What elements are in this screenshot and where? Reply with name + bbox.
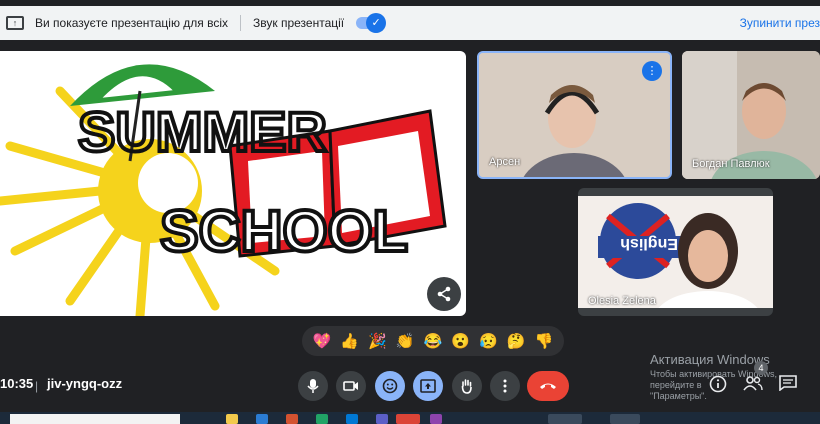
participant-tile-olesia[interactable]: English Olesia Zelena xyxy=(578,188,773,316)
meeting-time: 10:35 xyxy=(0,376,34,391)
summer-school-image: SUMMER SCHOOL xyxy=(0,64,447,316)
meeting-details-button[interactable] xyxy=(708,375,728,395)
chat-icon xyxy=(779,375,797,392)
camera-button[interactable] xyxy=(336,371,366,401)
presenting-message: Ви показуєте презентацію для всіх xyxy=(35,16,229,30)
presenting-bar: ↑ Ви показуєте презентацію для всіх Звук… xyxy=(0,6,820,40)
taskbar-weather xyxy=(610,414,640,424)
divider xyxy=(240,15,242,31)
english-sign-text: English xyxy=(620,235,678,252)
reaction-heart-icon[interactable]: 💖 xyxy=(313,332,332,350)
reaction-sad-icon[interactable]: 😥 xyxy=(479,332,498,350)
reaction-laugh-icon[interactable]: 😂 xyxy=(424,332,443,350)
more-options-button[interactable] xyxy=(490,371,520,401)
sound-toggle[interactable]: ✓ xyxy=(356,13,387,33)
leave-call-button[interactable] xyxy=(527,371,569,401)
reaction-thumbs-down-icon[interactable]: 👎 xyxy=(535,332,554,350)
windows-activation-title: Активация Windows xyxy=(650,352,770,367)
taskbar-search-box[interactable] xyxy=(10,414,180,424)
chat-button[interactable] xyxy=(778,375,798,395)
word-icon[interactable] xyxy=(256,414,268,424)
powerpoint-icon[interactable] xyxy=(286,414,298,424)
participant-video: English xyxy=(578,196,773,308)
participant-name: Богдан Павлюк xyxy=(692,158,770,170)
participant-tile-bohdan[interactable]: Богдан Павлюк xyxy=(682,51,820,179)
reaction-thinking-icon[interactable]: 🤔 xyxy=(507,332,526,350)
file-explorer-icon[interactable] xyxy=(226,414,238,424)
share-button[interactable] xyxy=(427,277,461,311)
viber-icon[interactable] xyxy=(430,414,442,424)
participant-name: Арсен xyxy=(489,156,521,168)
taskbar-window[interactable] xyxy=(548,414,582,424)
hangup-icon xyxy=(540,383,556,389)
excel-icon[interactable] xyxy=(316,414,328,424)
reactions-button[interactable] xyxy=(375,371,405,401)
participant-tile-arsen[interactable]: ⋮ Арсен xyxy=(477,51,672,179)
people-button[interactable] xyxy=(743,375,763,395)
people-count-badge: 4 xyxy=(754,361,768,375)
slide-title-line2: SCHOOL xyxy=(160,199,408,264)
edge-icon[interactable] xyxy=(346,414,358,424)
reactions-bar: 💖 👍 🎉 👏 😂 😮 😥 🤔 👎 xyxy=(302,326,564,356)
windows-taskbar xyxy=(0,412,820,424)
speaking-indicator-icon: ⋮ xyxy=(642,61,662,81)
sound-label: Звук презентації xyxy=(253,16,345,30)
reaction-party-icon[interactable]: 🎉 xyxy=(368,332,387,350)
divider: | xyxy=(35,379,39,393)
reaction-thumbs-up-icon[interactable]: 👍 xyxy=(340,332,359,350)
mic-icon xyxy=(307,379,319,393)
meeting-code[interactable]: jiv-yngq-ozz xyxy=(47,376,122,391)
participant-video-frame: English xyxy=(578,196,773,308)
slide-title-line1: SUMMER xyxy=(78,100,327,163)
smile-icon xyxy=(382,378,398,394)
present-button[interactable] xyxy=(413,371,443,401)
teams-icon[interactable] xyxy=(376,414,388,424)
hand-icon xyxy=(461,379,472,394)
reaction-clap-icon[interactable]: 👏 xyxy=(396,332,415,350)
stop-presenting-button[interactable]: Зупинити през xyxy=(740,16,820,30)
camera-icon xyxy=(343,381,358,391)
present-icon xyxy=(420,379,436,393)
info-icon xyxy=(709,375,727,393)
chrome-icon[interactable] xyxy=(396,414,420,424)
participant-name: Olesia Zelena xyxy=(588,295,656,307)
mic-button[interactable] xyxy=(298,371,328,401)
check-icon: ✓ xyxy=(366,13,387,33)
reaction-surprised-icon[interactable]: 😮 xyxy=(451,332,470,350)
presentation-slide: SUMMER SCHOOL xyxy=(0,51,466,316)
more-vert-icon xyxy=(503,379,507,393)
share-icon xyxy=(437,286,451,302)
people-icon xyxy=(743,376,763,391)
raise-hand-button[interactable] xyxy=(452,371,482,401)
present-screen-icon: ↑ xyxy=(6,16,24,30)
